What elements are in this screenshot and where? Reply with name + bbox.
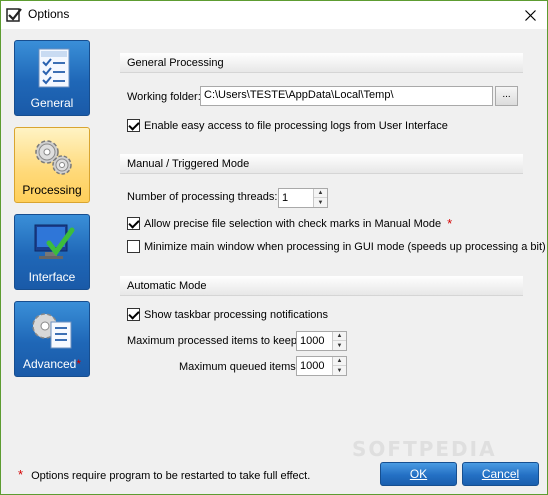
restart-note: * Options require program to be restarted… xyxy=(18,467,310,482)
sidebar-item-label-wrap: Advanced* xyxy=(15,357,89,371)
checkbox-app-icon xyxy=(6,8,22,22)
taskbar-notifications-label: Show taskbar processing notifications xyxy=(144,308,329,321)
required-star: * xyxy=(76,357,82,371)
close-icon xyxy=(524,9,536,21)
sidebar-item-label: General xyxy=(30,96,74,110)
minimize-window-checkbox[interactable] xyxy=(127,240,140,253)
close-button[interactable] xyxy=(513,1,547,29)
easy-access-checkbox-row[interactable]: Enable easy access to file processing lo… xyxy=(127,119,448,132)
max-keep-value: 1000 xyxy=(300,335,325,347)
spin-down-icon[interactable]: ▼ xyxy=(333,341,346,350)
max-queued-stepper[interactable]: 1000 ▲ ▼ xyxy=(296,356,347,376)
spin-arrows: ▲ ▼ xyxy=(332,332,346,350)
sidebar-item-label: Interface xyxy=(28,270,76,284)
taskbar-notifications-checkbox[interactable] xyxy=(127,308,140,321)
cancel-button-label: Cancel xyxy=(481,467,520,481)
spin-arrows: ▲ ▼ xyxy=(332,357,346,375)
threads-stepper[interactable]: 1 ▲ ▼ xyxy=(278,188,328,208)
ok-button[interactable]: OK xyxy=(380,462,457,486)
minimize-window-checkbox-row[interactable]: Minimize main window when processing in … xyxy=(127,240,546,253)
browse-folder-button[interactable]: ... xyxy=(495,86,518,106)
max-queued-value: 1000 xyxy=(300,360,325,372)
ok-button-label: OK xyxy=(409,467,428,481)
required-star: * xyxy=(447,216,453,231)
taskbar-notifications-checkbox-row[interactable]: Show taskbar processing notifications xyxy=(127,308,328,321)
working-folder-input[interactable]: C:\Users\TESTE\AppData\Local\Temp\ xyxy=(200,86,493,106)
spin-up-icon[interactable]: ▲ xyxy=(333,332,346,341)
restart-note-text: Options require program to be restarted … xyxy=(31,470,311,482)
title-bar: Options xyxy=(1,1,547,29)
threads-label: Number of processing threads: xyxy=(127,191,278,203)
max-keep-label: Maximum processed items to keep: xyxy=(127,335,301,347)
required-star: * xyxy=(18,467,24,482)
max-keep-stepper[interactable]: 1000 ▲ ▼ xyxy=(296,331,347,351)
sidebar-item-label: Advanced xyxy=(22,357,77,371)
section-manual-mode: Manual / Triggered Mode xyxy=(120,154,523,174)
watermark: SOFTPEDIA xyxy=(352,437,497,461)
spin-up-icon[interactable]: ▲ xyxy=(314,189,327,198)
spin-arrows: ▲ ▼ xyxy=(313,189,327,207)
options-window: Options General Processing Interface Adv… xyxy=(0,0,548,495)
threads-value: 1 xyxy=(282,192,289,204)
section-general-processing: General Processing xyxy=(120,53,523,73)
easy-access-checkbox[interactable] xyxy=(127,119,140,132)
max-queued-label: Maximum queued items: xyxy=(179,361,299,373)
checklist-icon xyxy=(38,48,70,88)
sidebar: General Processing Interface Advanced* xyxy=(1,29,111,459)
sidebar-item-processing[interactable]: Processing xyxy=(14,127,90,203)
gear-document-icon xyxy=(32,313,72,349)
cancel-button[interactable]: Cancel xyxy=(462,462,539,486)
section-automatic-mode: Automatic Mode xyxy=(120,276,523,296)
window-title: Options xyxy=(28,7,70,21)
working-folder-label: Working folder: xyxy=(127,91,201,103)
spin-down-icon[interactable]: ▼ xyxy=(314,198,327,207)
precise-selection-label: Allow precise file selection with check … xyxy=(144,217,442,230)
easy-access-label: Enable easy access to file processing lo… xyxy=(144,119,448,132)
sidebar-item-interface[interactable]: Interface xyxy=(14,214,90,290)
sidebar-item-general[interactable]: General xyxy=(14,40,90,116)
sidebar-item-label: Processing xyxy=(22,183,82,197)
monitor-check-icon xyxy=(34,224,75,259)
spin-down-icon[interactable]: ▼ xyxy=(333,366,346,375)
sidebar-item-advanced[interactable]: Advanced* xyxy=(14,301,90,377)
precise-selection-checkbox[interactable] xyxy=(127,217,140,230)
spin-up-icon[interactable]: ▲ xyxy=(333,357,346,366)
precise-selection-checkbox-row[interactable]: Allow precise file selection with check … xyxy=(127,216,452,231)
gears-icon xyxy=(35,140,72,175)
minimize-window-label: Minimize main window when processing in … xyxy=(144,240,546,253)
